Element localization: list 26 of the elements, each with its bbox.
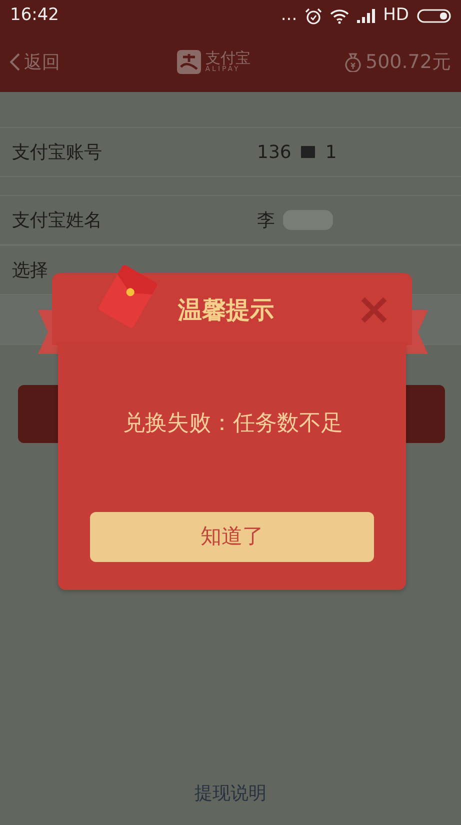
money-bag-icon: [344, 52, 362, 72]
back-button[interactable]: 返回: [10, 48, 60, 76]
ok-button[interactable]: 知道了: [90, 512, 374, 562]
balance-amount: 500.72元: [366, 50, 451, 75]
signal-icon: [357, 9, 376, 23]
network-type: HD: [383, 4, 409, 28]
field-label: 选择: [12, 258, 49, 282]
field-label: 支付宝账号: [12, 140, 103, 164]
withdraw-info-link[interactable]: 提现说明: [194, 783, 266, 804]
logo-text: 支付宝: [205, 51, 250, 66]
field-value: 136: [257, 140, 292, 164]
close-button[interactable]: [360, 296, 388, 324]
alarm-clock-icon: [305, 8, 322, 24]
field-label: 支付宝姓名: [12, 208, 103, 232]
field-value: 1: [325, 140, 337, 164]
status-time: 16:42: [10, 4, 59, 28]
battery-icon: [417, 9, 451, 23]
status-dots: ...: [280, 4, 298, 28]
dialog-title: 温馨提示: [178, 295, 274, 326]
wifi-icon: [330, 8, 350, 24]
redaction-mark: [283, 210, 333, 230]
back-chevron-icon: [10, 53, 20, 71]
redaction-mark: [301, 146, 316, 158]
field-value: 李: [257, 208, 275, 232]
logo-icon: [177, 50, 202, 74]
dialog-message: 兑换失败：任务数不足: [123, 411, 343, 436]
